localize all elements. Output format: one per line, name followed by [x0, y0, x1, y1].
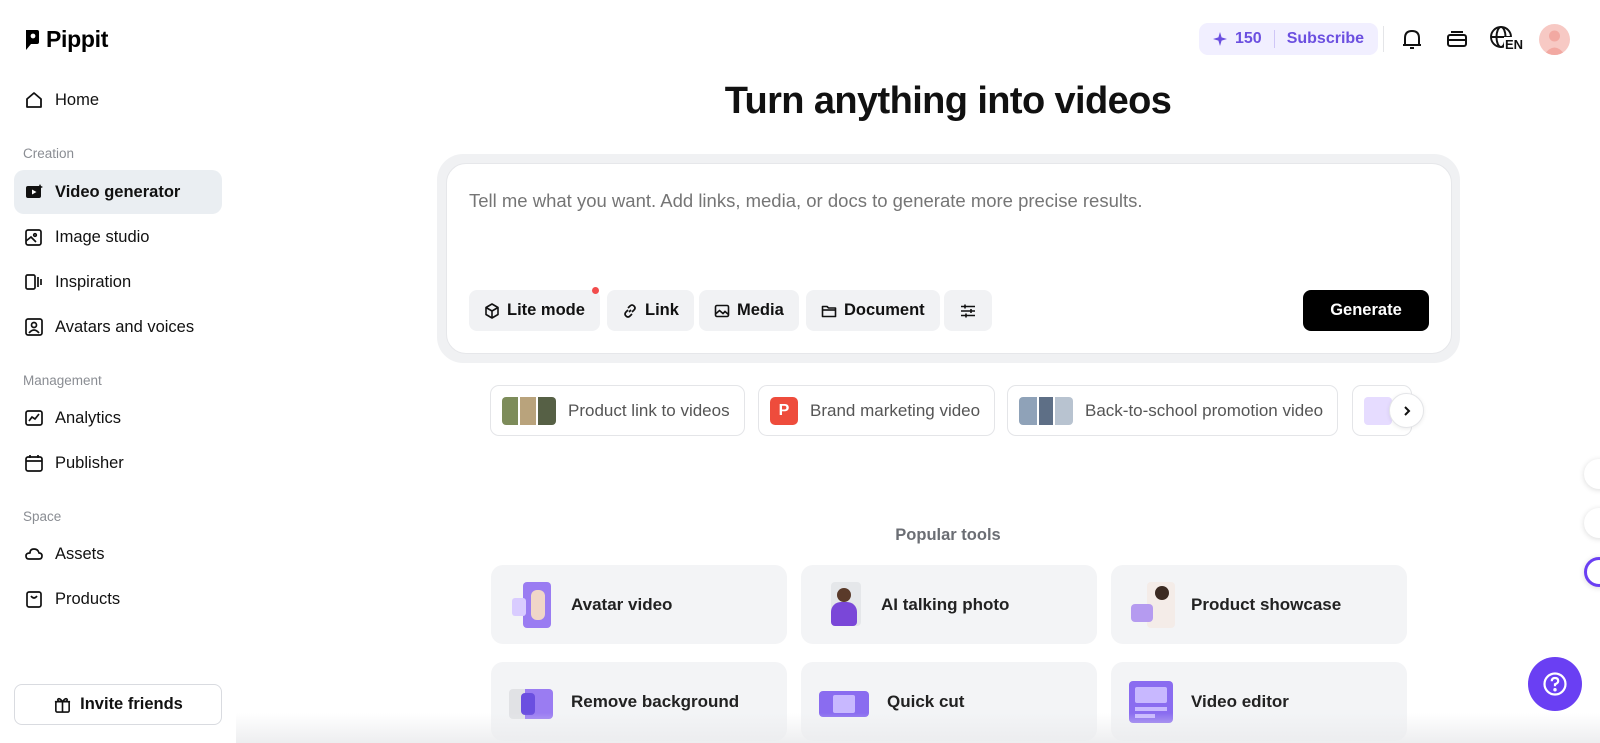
link-icon	[624, 303, 636, 318]
topbar-divider	[1383, 26, 1384, 52]
gift-icon	[55, 697, 71, 713]
language-code: EN	[1504, 37, 1525, 52]
sidebar-item-publisher[interactable]: Publisher	[14, 441, 222, 485]
tool-card-remove-background[interactable]: Remove background	[491, 662, 787, 741]
bell-icon[interactable]	[1397, 24, 1427, 54]
edge-assistant-button[interactable]	[1584, 557, 1600, 587]
notification-dot	[592, 287, 599, 294]
sidebar-item-video-generator[interactable]: Video generator	[14, 170, 222, 214]
sidebar-item-label: Avatars and voices	[55, 317, 195, 336]
popular-tools-heading: Popular tools	[895, 526, 1001, 544]
analytics-icon	[24, 408, 44, 428]
tool-card-video-editor[interactable]: Video editor	[1111, 662, 1407, 741]
tool-card-label: AI talking photo	[881, 594, 1010, 614]
inspiration-icon	[24, 272, 44, 292]
image-sparkle-icon	[24, 227, 44, 247]
subscribe-link[interactable]: Subscribe	[1287, 30, 1364, 48]
media-button[interactable]: Media	[699, 290, 799, 331]
sidebar-item-label: Inspiration	[55, 272, 132, 291]
cube-icon	[485, 302, 499, 319]
media-label: Media	[737, 301, 784, 319]
chip-label: Brand marketing video	[810, 400, 981, 420]
sidebar-item-label: Image studio	[55, 227, 150, 246]
folder-icon	[821, 305, 837, 317]
tool-card-label: Avatar video	[571, 594, 673, 614]
ai-talking-photo-thumbnail	[819, 581, 863, 628]
tool-card-label: Product showcase	[1191, 594, 1342, 614]
inbox-icon[interactable]	[1442, 24, 1472, 54]
edge-feedback-button[interactable]	[1584, 459, 1600, 489]
sidebar-item-products[interactable]: Products	[14, 577, 222, 621]
generate-button[interactable]: Generate	[1303, 290, 1429, 331]
video-icon	[24, 182, 44, 202]
sidebar-item-analytics[interactable]: Analytics	[14, 396, 222, 440]
chip-thumbnail	[1019, 396, 1073, 425]
tool-card-avatar-video[interactable]: Avatar video	[491, 565, 787, 644]
sidebar-item-avatars-and-voices[interactable]: Avatars and voices	[14, 305, 222, 349]
chip-label: Back-to-school promotion video	[1085, 400, 1324, 420]
sidebar-item-label: Products	[55, 589, 121, 608]
document-label: Document	[844, 301, 925, 319]
calendar-icon	[24, 453, 44, 473]
sidebar-item-image-studio[interactable]: Image studio	[14, 215, 222, 259]
tool-card-product-showcase[interactable]: Product showcase	[1111, 565, 1407, 644]
tool-card-label: Remove background	[571, 691, 740, 711]
prompt-input[interactable]	[469, 190, 1409, 212]
image-icon	[714, 304, 730, 317]
sidebar-item-inspiration[interactable]: Inspiration	[14, 260, 222, 304]
question-icon	[1543, 672, 1567, 696]
video-editor-thumbnail	[1129, 679, 1173, 725]
remove-background-thumbnail	[509, 679, 553, 725]
cloud-icon	[24, 544, 44, 564]
chevron-right-icon	[1403, 405, 1410, 416]
help-button[interactable]	[1528, 657, 1582, 711]
document-button[interactable]: Document	[806, 290, 940, 331]
user-avatar[interactable]	[1539, 24, 1570, 55]
chips-next-button[interactable]	[1389, 393, 1424, 428]
section-label-creation: Creation	[23, 146, 75, 161]
product-showcase-thumbnail	[1129, 581, 1175, 628]
tool-card-quick-cut[interactable]: Quick cut	[801, 662, 1097, 741]
sidebar-item-label: Assets	[55, 544, 105, 563]
credits-subscribe-pill[interactable]: 150 Subscribe	[1199, 23, 1379, 55]
suggestion-chip-product-link[interactable]: Product link to videos	[490, 385, 745, 436]
tool-card-ai-talking-photo[interactable]: AI talking photo	[801, 565, 1097, 644]
pippit-logo-icon	[26, 29, 39, 50]
lite-mode-button[interactable]: Lite mode	[469, 287, 600, 331]
link-label: Link	[645, 301, 679, 319]
chip-thumbnail	[1364, 396, 1392, 425]
sparkle-icon	[1213, 32, 1227, 46]
sidebar-item-label: Video generator	[55, 182, 181, 201]
avatar-voice-icon	[24, 317, 44, 337]
chip-thumbnail	[502, 396, 556, 425]
language-globe-icon[interactable]: EN	[1488, 24, 1525, 54]
pippit-logo[interactable]: Pippit	[24, 26, 108, 53]
quick-cut-thumbnail	[819, 679, 869, 725]
section-label-space: Space	[23, 509, 62, 524]
settings-button[interactable]	[944, 290, 992, 331]
brand-name: Pippit	[46, 26, 109, 52]
lite-mode-label: Lite mode	[507, 301, 585, 319]
suggestion-chip-brand-marketing[interactable]: P Brand marketing video	[758, 385, 996, 436]
sidebar-item-label: Analytics	[55, 408, 122, 427]
chip-label: Product link to videos	[568, 400, 730, 420]
tool-card-label: Quick cut	[887, 691, 965, 711]
sliders-icon	[961, 304, 975, 317]
link-button[interactable]: Link	[607, 290, 694, 331]
credits-count: 150	[1235, 30, 1262, 47]
avatar-video-thumbnail	[509, 581, 553, 628]
bag-icon	[24, 589, 44, 609]
brand-p-icon: P	[770, 396, 798, 425]
sidebar-item-label: Publisher	[55, 453, 124, 472]
pill-divider	[1273, 30, 1275, 48]
tool-card-label: Video editor	[1191, 691, 1289, 711]
suggestion-chip-back-to-school[interactable]: Back-to-school promotion video	[1007, 385, 1339, 436]
page-title: Turn anything into videos	[724, 80, 1172, 122]
prompt-box: Lite mode Link Media Document Generate	[446, 163, 1452, 354]
invite-friends-button[interactable]: Invite friends	[14, 684, 222, 725]
section-label-management: Management	[23, 373, 102, 388]
invite-friends-label: Invite friends	[80, 695, 183, 713]
